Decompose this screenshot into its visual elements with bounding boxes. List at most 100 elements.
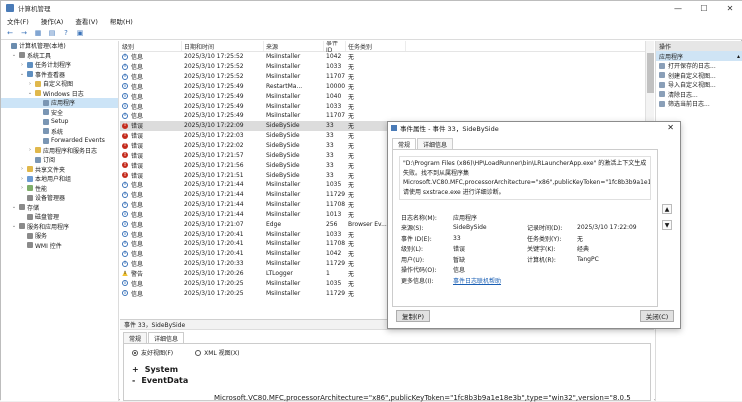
expander-icon[interactable]: ›: [19, 185, 25, 191]
collapse-icon[interactable]: -: [132, 376, 135, 385]
column-event-id[interactable]: 事件 ID: [324, 41, 346, 54]
dialog-tab-details[interactable]: 详细信息: [417, 138, 454, 149]
table-row[interactable]: i 信息 2025/3/10 17:25:52 MsiInstaller 1033 无: [120, 62, 654, 72]
properties-icon[interactable]: ▤: [47, 28, 57, 38]
actions-section-application[interactable]: 应用程序 ▴: [656, 51, 742, 61]
table-row[interactable]: i 信息 2025/3/10 17:25:49 RestartMa... 10000 无: [120, 82, 654, 92]
table-row[interactable]: i 信息 2025/3/10 17:25:49 MsiInstaller 1033 无: [120, 101, 654, 111]
column-level[interactable]: 级别: [120, 41, 182, 51]
expander-icon[interactable]: ›: [19, 166, 25, 172]
tree-node-label: 应用程序和服务日志: [43, 147, 98, 155]
menu-help[interactable]: 帮助(H): [104, 16, 139, 26]
tree-node[interactable]: 应用程序: [1, 98, 118, 108]
column-task-category[interactable]: 任务类别: [346, 41, 406, 51]
time-cell: 2025/3/10 17:20:41: [184, 230, 244, 238]
level-cell: i 信息: [120, 52, 182, 61]
scrollbar-thumb[interactable]: [647, 53, 654, 93]
tree-node[interactable]: 安全: [1, 108, 118, 118]
show-action-pane-icon[interactable]: ▣: [75, 28, 85, 38]
id-cell: 33: [326, 161, 334, 169]
forward-arrow-icon[interactable]: →: [19, 28, 29, 38]
level-text: 信息: [131, 103, 144, 111]
expander-icon[interactable]: ⌄: [11, 223, 17, 229]
source-cell: MsiInstaller: [266, 73, 301, 81]
action-import-custom-view[interactable]: 导入自定义视图...: [656, 80, 742, 90]
tree-node[interactable]: ⌄ Windows 日志: [1, 89, 118, 99]
dialog-tab-general[interactable]: 常规: [392, 138, 417, 149]
info-icon: i: [122, 211, 128, 218]
tree-node[interactable]: › 自定义视图: [1, 79, 118, 89]
dialog-close-button[interactable]: 关闭(C): [640, 310, 674, 322]
tree-node[interactable]: 磁盘管理: [1, 212, 118, 222]
xml-view-radio[interactable]: XML 视图(X): [195, 348, 239, 357]
help-icon[interactable]: ?: [61, 28, 71, 38]
tree-node[interactable]: › 共享文件夹: [1, 165, 118, 175]
action-clear-log[interactable]: 清除日志...: [656, 90, 742, 100]
tree-node[interactable]: WMI 控件: [1, 241, 118, 251]
expander-icon[interactable]: ⌄: [27, 90, 33, 96]
event-detail-pane: 事件 33，SideBySide ✕ 常规 详细信息 友好视图(F) XML 视…: [120, 319, 654, 402]
expand-icon[interactable]: +: [132, 365, 139, 374]
tree-node[interactable]: 服务: [1, 231, 118, 241]
column-source[interactable]: 来源: [264, 41, 324, 51]
dialog-close-icon[interactable]: ✕: [667, 123, 674, 132]
tree-node[interactable]: ⌄ 系统工具: [1, 51, 118, 61]
column-datetime[interactable]: 日期和时间: [182, 41, 264, 51]
id-cell: 1033: [326, 230, 342, 238]
expander-icon[interactable]: ⌄: [11, 204, 17, 210]
tree-node[interactable]: 设备管理器: [1, 193, 118, 203]
menu-action[interactable]: 操作(A): [35, 16, 70, 26]
tree-node[interactable]: Forwarded Events: [1, 136, 118, 146]
menu-file[interactable]: 文件(F): [1, 16, 35, 26]
eventdata-node[interactable]: - EventData: [132, 376, 642, 385]
cat-cell: 无: [348, 113, 355, 121]
tree-node-label: 安全: [51, 109, 64, 117]
expander-icon[interactable]: ›: [19, 176, 25, 182]
tree-node[interactable]: 系统: [1, 127, 118, 137]
expander-icon[interactable]: ›: [19, 62, 25, 68]
source-value: SideBySide: [453, 224, 487, 232]
online-help-link[interactable]: 事件日志联机帮助: [453, 276, 527, 285]
detail-tab-general[interactable]: 常规: [123, 332, 148, 343]
action-filter-log[interactable]: 筛选当前日志...: [656, 99, 742, 109]
expander-icon[interactable]: ⌄: [11, 52, 17, 58]
table-row[interactable]: i 信息 2025/3/10 17:25:52 MsiInstaller 11707 无: [120, 72, 654, 82]
action-create-custom-view[interactable]: 创建自定义视图...: [656, 71, 742, 81]
tree-node[interactable]: 订阅: [1, 155, 118, 165]
maximize-button[interactable]: ☐: [691, 1, 717, 15]
tree-node[interactable]: ⌄ 存储: [1, 203, 118, 213]
show-hide-tree-icon[interactable]: ▦: [33, 28, 43, 38]
taskcat-label: 任务类别(Y):: [527, 235, 562, 243]
info-icon: i: [122, 63, 128, 70]
tree-node[interactable]: 计算机管理(本地): [1, 41, 118, 51]
tree-node[interactable]: Setup: [1, 117, 118, 127]
expander-icon[interactable]: ›: [27, 147, 33, 153]
expander-icon[interactable]: ⌄: [19, 71, 25, 77]
table-row[interactable]: i 信息 2025/3/10 17:25:52 MsiInstaller 1042 无: [120, 52, 654, 62]
copy-button[interactable]: 复制(P): [396, 310, 430, 322]
table-row[interactable]: i 信息 2025/3/10 17:25:49 MsiInstaller 1040 无: [120, 91, 654, 101]
friendly-view-radio[interactable]: 友好视图(F): [132, 348, 173, 357]
tree-node[interactable]: ⌄ 服务和应用程序: [1, 222, 118, 232]
id-cell: 33: [326, 142, 334, 150]
expander-icon[interactable]: ›: [27, 81, 33, 87]
keywords-value: 经典: [577, 246, 590, 254]
detail-tab-details[interactable]: 详细信息: [148, 332, 185, 343]
tree-node[interactable]: › 应用程序和服务日志: [1, 146, 118, 156]
tree-node[interactable]: ⌄ 事件查看器: [1, 70, 118, 80]
tree-node[interactable]: › 本地用户和组: [1, 174, 118, 184]
close-button[interactable]: ✕: [717, 1, 742, 15]
menu-view[interactable]: 查看(V): [69, 16, 104, 26]
level-label: 级别(L):: [401, 246, 424, 254]
action-open-saved-log[interactable]: 打开保存的日志...: [656, 61, 742, 71]
tree-node[interactable]: › 任务计划程序: [1, 60, 118, 70]
event-message[interactable]: "D:\Program Files (x86)\HP\LoadRunner\bi…: [399, 156, 651, 200]
back-arrow-icon[interactable]: ←: [5, 28, 15, 38]
tree-node[interactable]: › 性能: [1, 184, 118, 194]
table-row[interactable]: i 信息 2025/3/10 17:25:49 MsiInstaller 11707 无: [120, 111, 654, 121]
next-event-button[interactable]: ▼: [662, 220, 672, 230]
previous-event-button[interactable]: ▲: [662, 204, 672, 214]
system-node[interactable]: + System: [132, 365, 642, 374]
actions-section-label: 应用程序: [659, 53, 684, 61]
minimize-button[interactable]: —: [665, 1, 691, 15]
